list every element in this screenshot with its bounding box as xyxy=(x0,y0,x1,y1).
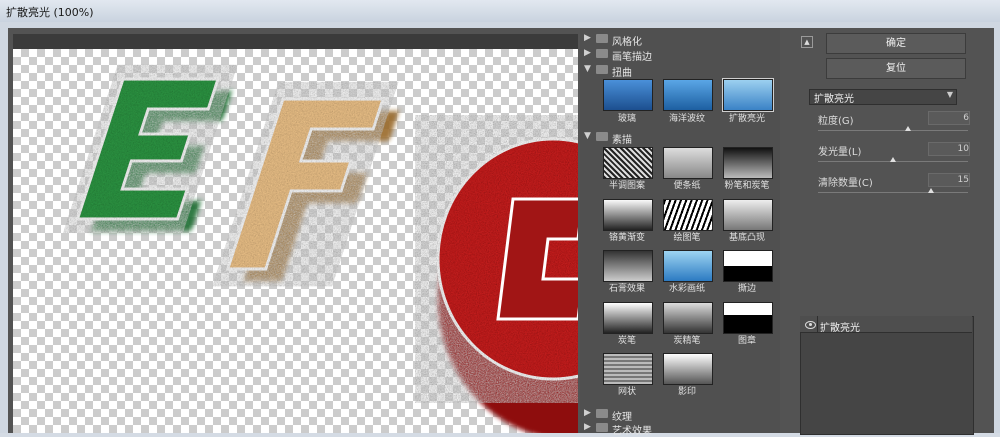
preview-canvas[interactable]: E F G xyxy=(13,49,578,433)
letter-f: F xyxy=(225,97,400,281)
thumb-label: 炭笔 xyxy=(617,336,636,346)
preview-artwork: E F G xyxy=(75,77,578,433)
thumb-charcoal[interactable] xyxy=(603,302,653,334)
collapse-gallery-icon[interactable]: ▲ xyxy=(801,36,813,48)
thumb-plaster[interactable] xyxy=(603,250,653,282)
thumb-label: 铬黄渐变 xyxy=(608,233,645,243)
category-texture[interactable]: ▶ 纹理 xyxy=(584,407,774,423)
thumb-diffuse-glow[interactable] xyxy=(722,78,774,112)
thumb-label: 炭精笔 xyxy=(673,336,701,346)
thumb-label: 图章 xyxy=(737,336,756,346)
thumb-label: 绘图笔 xyxy=(673,233,701,243)
thumb-label: 水彩画纸 xyxy=(668,284,705,294)
param-value-graininess[interactable]: 6 xyxy=(928,111,970,125)
param-label-glow-amount: 发光量(L) xyxy=(818,147,862,158)
reset-button[interactable]: 复位 xyxy=(826,58,966,79)
expanded-arrow-icon: ▼ xyxy=(584,64,591,74)
category-brush-strokes[interactable]: ▶ 画笔描边 xyxy=(584,47,774,63)
category-stylize[interactable]: ▶ 风格化 xyxy=(584,32,774,48)
folder-open-icon xyxy=(596,132,608,141)
thumb-label: 基底凸现 xyxy=(728,233,765,243)
folder-icon xyxy=(596,34,608,43)
thumb-ocean-ripple[interactable] xyxy=(663,79,713,111)
ok-button[interactable]: 确定 xyxy=(826,33,966,54)
param-value-clear-amount[interactable]: 15 xyxy=(928,173,970,187)
letter-e: E xyxy=(75,77,233,231)
folder-icon xyxy=(596,409,608,418)
thumb-photocopy[interactable] xyxy=(663,353,713,385)
folder-icon xyxy=(596,49,608,58)
thumb-stamp[interactable] xyxy=(723,302,773,334)
thumb-label: 海洋波纹 xyxy=(668,114,705,124)
slider-graininess[interactable] xyxy=(818,130,968,131)
collapsed-arrow-icon: ▶ xyxy=(584,48,591,58)
thumb-note-paper[interactable] xyxy=(663,147,713,179)
category-sketch[interactable]: ▼ 素描 xyxy=(584,130,774,146)
collapsed-arrow-icon: ▶ xyxy=(584,408,591,418)
thumb-conte-crayon[interactable] xyxy=(663,302,713,334)
thumb-water-paper[interactable] xyxy=(663,250,713,282)
letter-g: G xyxy=(436,137,578,433)
thumb-label: 便条纸 xyxy=(673,181,701,191)
window-titlebar: 扩散亮光 (100%) xyxy=(0,0,1000,23)
slider-knob-clear-amount[interactable] xyxy=(927,188,934,193)
eye-icon[interactable] xyxy=(805,321,816,329)
thumb-label: 粉笔和炭笔 xyxy=(724,181,770,191)
slider-knob-graininess[interactable] xyxy=(905,126,911,131)
collapsed-arrow-icon: ▶ xyxy=(584,33,591,43)
thumb-label: 石膏效果 xyxy=(608,284,645,294)
divider xyxy=(817,316,818,332)
param-label-graininess: 粒度(G) xyxy=(818,116,854,127)
thumb-label: 撕边 xyxy=(737,284,756,294)
thumb-label: 扩散亮光 xyxy=(728,114,765,124)
slider-knob-glow-amount[interactable] xyxy=(890,157,896,162)
thumb-reticulation[interactable] xyxy=(603,353,653,385)
effect-layer-label: 扩散亮光 xyxy=(820,323,860,334)
chevron-down-icon: ▼ xyxy=(946,90,953,99)
thumb-label: 半调图案 xyxy=(608,181,645,191)
thumb-bas-relief[interactable] xyxy=(723,199,773,231)
thumb-torn-edges[interactable] xyxy=(723,250,773,282)
thumb-graphic-pen[interactable] xyxy=(663,199,713,231)
filter-select[interactable]: 扩散亮光 ▼ xyxy=(809,89,957,105)
thumb-chrome[interactable] xyxy=(603,199,653,231)
expanded-arrow-icon: ▼ xyxy=(584,131,591,141)
folder-open-icon xyxy=(596,65,608,74)
thumb-glass[interactable] xyxy=(603,79,653,111)
thumb-chalk-charcoal[interactable] xyxy=(723,147,773,179)
thumb-label: 影印 xyxy=(677,387,696,397)
thumb-label: 网状 xyxy=(617,387,636,397)
collapsed-arrow-icon: ▶ xyxy=(584,422,591,432)
thumb-halftone[interactable] xyxy=(603,147,653,179)
param-label-clear-amount: 清除数量(C) xyxy=(818,178,873,189)
window-title: 扩散亮光 (100%) xyxy=(6,6,94,19)
folder-icon xyxy=(596,423,608,432)
slider-clear-amount[interactable] xyxy=(818,192,968,193)
category-distort[interactable]: ▼ 扭曲 xyxy=(584,63,774,79)
thumb-label: 玻璃 xyxy=(617,114,636,124)
param-value-glow-amount[interactable]: 10 xyxy=(928,142,970,156)
